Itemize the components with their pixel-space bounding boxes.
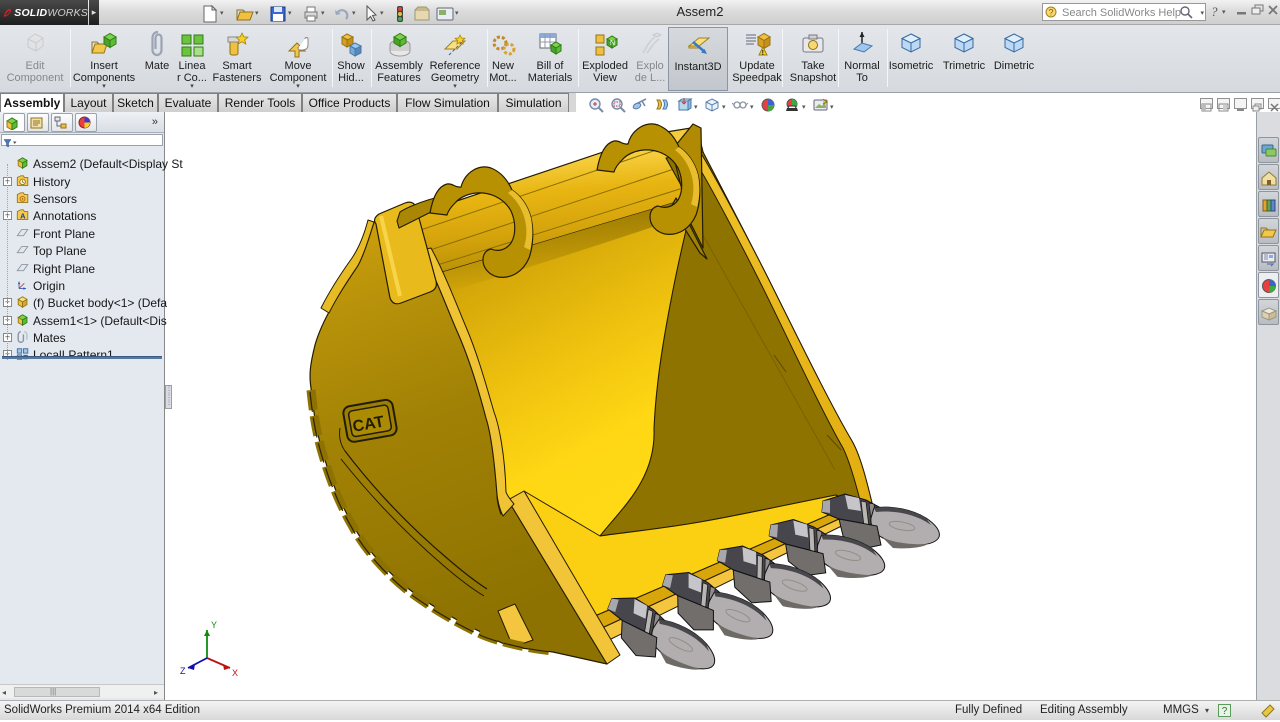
svg-text:!: ! — [762, 50, 764, 57]
svg-text:A: A — [20, 212, 26, 221]
svg-text:X: X — [232, 668, 238, 678]
svg-text:Y: Y — [211, 620, 217, 630]
svg-text:?: ? — [1049, 8, 1054, 18]
svg-text:Z: Z — [180, 666, 186, 676]
